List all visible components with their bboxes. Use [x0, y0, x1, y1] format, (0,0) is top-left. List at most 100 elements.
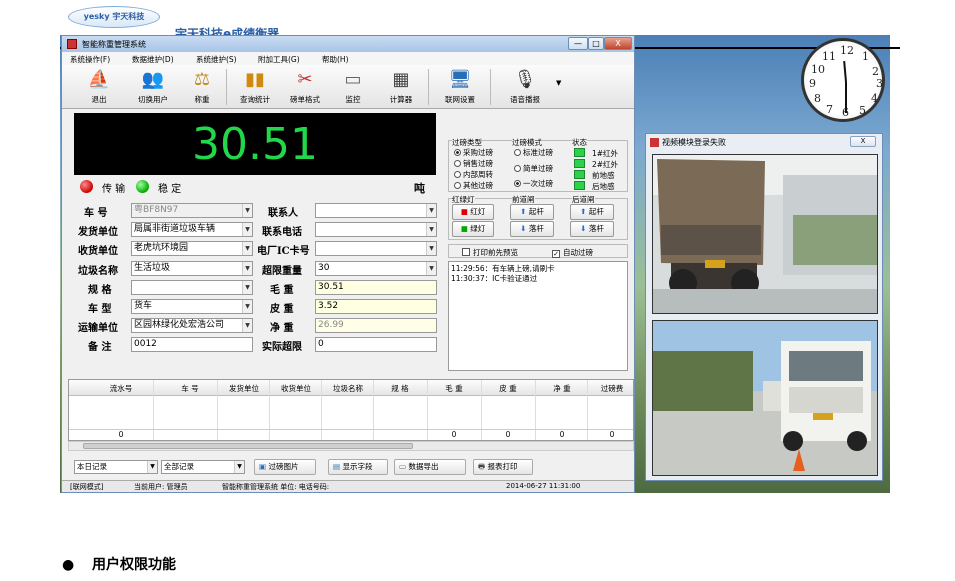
plate-field[interactable]: 粤BF8N97 ▼	[131, 203, 253, 218]
column-header[interactable]: 净 重	[537, 383, 587, 394]
data-export-button[interactable]: ▭ 数据导出	[394, 459, 466, 475]
weigh-mode-standard[interactable]: 标准过磅	[514, 147, 553, 158]
column-header[interactable]: 过磅费	[587, 383, 637, 394]
gross-weight-field[interactable]: 30.51	[315, 280, 437, 295]
red-light-button[interactable]: ■ 红灯	[452, 204, 494, 220]
weigh-images-button[interactable]: ▣ 过磅图片	[254, 459, 316, 475]
garbage-name-field[interactable]: 生活垃圾 ▼	[131, 261, 253, 276]
stable-led-icon	[136, 180, 149, 193]
column-header[interactable]: 规 格	[375, 383, 425, 394]
front-gate-down-button[interactable]: ⬇ 落杆	[510, 221, 554, 237]
print-preview-checkbox[interactable]: 打印前先预览	[462, 247, 518, 258]
sender-field[interactable]: 局属非街道垃圾车辆 ▼	[131, 222, 253, 237]
weigh-type-purchase[interactable]: 采购过磅	[454, 147, 493, 158]
weigh-button[interactable]: ⚖ 称重	[179, 68, 225, 106]
datetime-status: 2014-06-27 11:31:00	[506, 482, 581, 490]
column-header[interactable]: 流水号	[91, 383, 151, 394]
rear-gate-up-button[interactable]: ⬆ 起杆	[570, 204, 614, 220]
rear-gate-down-button[interactable]: ⬇ 落杆	[570, 221, 614, 237]
weigh-mode-simple[interactable]: 简单过磅	[514, 163, 553, 174]
users-icon: 👥	[141, 69, 165, 90]
sensor-status-light	[574, 181, 585, 190]
column-header[interactable]: 皮 重	[483, 383, 533, 394]
column-header[interactable]: 车 号	[165, 383, 215, 394]
ticket-format-button[interactable]: ✂ 磅单格式	[282, 68, 328, 106]
green-light-button[interactable]: ■ 绿灯	[452, 221, 494, 237]
truck-front-image	[653, 321, 877, 475]
actual-overweight-label: 实际超限	[262, 342, 302, 353]
column-header[interactable]: 收货单位	[271, 383, 321, 394]
net-weight-field[interactable]: 26.99	[315, 318, 437, 333]
menu-bar: 系统操作(F) 数据维护(D) 系统维护(S) 附加工具(G) 帮助(H)	[62, 52, 634, 65]
period-select[interactable]: 本日记录 ▼	[74, 460, 158, 474]
voice-broadcast-button[interactable]: 🎙 语音播报	[502, 68, 548, 106]
video-close-button[interactable]: X	[850, 136, 876, 147]
toolbar-separator	[428, 69, 429, 105]
table-horizontal-scrollbar[interactable]	[68, 441, 634, 451]
minimize-button[interactable]: —	[568, 37, 588, 50]
weighing-app-window: 智能称重管理系统 — □ X 系统操作(F) 数据维护(D) 系统维护(S) 附…	[61, 35, 635, 493]
window-titlebar[interactable]: 智能称重管理系统 — □ X	[62, 36, 634, 52]
chevron-down-icon[interactable]: ▼	[556, 79, 561, 87]
tare-weight-field[interactable]: 3.52	[315, 299, 437, 314]
spec-field[interactable]: ▼	[131, 280, 253, 295]
menu-help[interactable]: 帮助(H)	[322, 54, 349, 65]
receiver-field[interactable]: 老虎坑环境园 ▼	[131, 241, 253, 256]
weight-unit: 吨	[414, 182, 425, 195]
export-icon: ▭	[399, 462, 407, 471]
monitor-button[interactable]: ▭ 监控	[330, 68, 376, 106]
phone-label: 联系电话	[262, 227, 302, 238]
auto-weigh-checkbox[interactable]: ✓ 自动过磅	[552, 247, 593, 258]
contact-field[interactable]: ▼	[315, 203, 437, 218]
ic-card-field[interactable]: ▼	[315, 241, 437, 256]
network-mode-status: [联网模式]	[70, 483, 104, 491]
camera-feed-front	[652, 320, 878, 476]
video-module-window: 视频模块登录失败 X	[645, 133, 883, 481]
maximize-button[interactable]: □	[588, 37, 604, 50]
menu-system-maintenance[interactable]: 系统维护(S)	[196, 54, 237, 65]
camera-feed-rear	[652, 154, 878, 314]
records-table: 流水号 车 号 发货单位 收货单位 垃圾名称 规 格 毛 重 皮 重 净 重 过…	[68, 379, 634, 441]
close-button[interactable]: X	[604, 37, 632, 50]
actual-overweight-field[interactable]: 0	[315, 337, 437, 352]
receiver-label: 收货单位	[78, 246, 118, 257]
query-stats-button[interactable]: ▮▮ 查询统计	[232, 68, 278, 106]
sender-label: 发货单位	[78, 227, 118, 238]
total-cell: 0	[505, 430, 511, 439]
exit-button[interactable]: ⛵ 退出	[76, 68, 122, 106]
weigh-type-internal[interactable]: 内部周转	[454, 169, 493, 180]
scrollbar-thumb[interactable]	[83, 443, 413, 449]
printer-icon: 🖶	[478, 462, 486, 471]
column-header[interactable]: 毛 重	[429, 383, 479, 394]
calculator-button[interactable]: ▦ 计算器	[378, 68, 424, 106]
sensor-status-light	[574, 159, 585, 168]
company-logo: yesky 宇天科技	[68, 6, 160, 28]
remark-field[interactable]: 0012	[131, 337, 253, 352]
red-light-icon: ■	[460, 207, 468, 216]
tare-weight-label: 皮 重	[270, 304, 294, 315]
weigh-type-sales[interactable]: 销售过磅	[454, 158, 493, 169]
weight-display: 30.51	[74, 113, 436, 175]
column-header[interactable]: 发货单位	[219, 383, 269, 394]
list-icon: ▤	[333, 462, 341, 471]
vehicle-type-field[interactable]: 货车 ▼	[131, 299, 253, 314]
menu-data-maintenance[interactable]: 数据维护(D)	[132, 54, 174, 65]
overweight-limit-field[interactable]: 30 ▼	[315, 261, 437, 276]
clock-minute-hand	[845, 82, 847, 113]
weigh-mode-single[interactable]: 一次过磅	[514, 178, 553, 189]
weigh-type-other[interactable]: 其他过磅	[454, 180, 493, 191]
table-totals-row: 0 0 0 0 0	[69, 429, 633, 440]
phone-field[interactable]: ▼	[315, 222, 437, 237]
total-cell: 0	[609, 430, 615, 439]
menu-system-ops[interactable]: 系统操作(F)	[70, 54, 110, 65]
menu-extra-tools[interactable]: 附加工具(G)	[258, 54, 300, 65]
front-gate-up-button[interactable]: ⬆ 起杆	[510, 204, 554, 220]
display-fields-button[interactable]: ▤ 显示字段	[328, 459, 388, 475]
network-settings-button[interactable]: 🖥 联网设置	[437, 68, 483, 106]
transport-field[interactable]: 区园林绿化处宏浩公司 ▼	[131, 318, 253, 333]
calculator-icon: ▦	[392, 69, 410, 90]
switch-user-button[interactable]: 👥 切换用户	[130, 68, 176, 106]
report-print-button[interactable]: 🖶 报表打印	[473, 459, 533, 475]
column-header[interactable]: 垃圾名称	[323, 383, 373, 394]
records-filter-select[interactable]: 全部记录 ▼	[161, 460, 245, 474]
